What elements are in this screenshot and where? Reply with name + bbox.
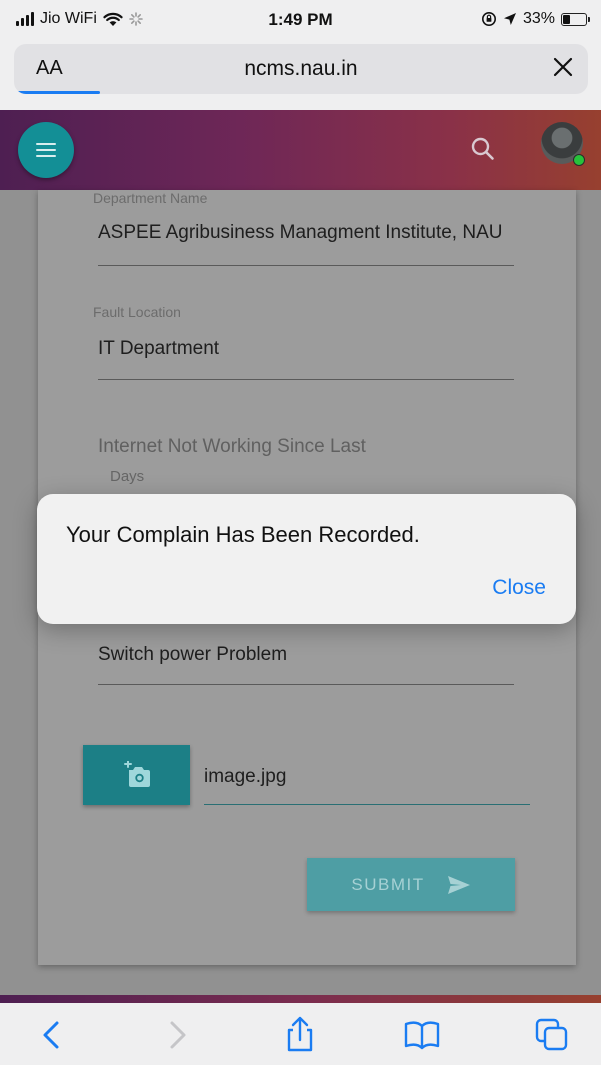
- department-underline: [98, 265, 514, 266]
- address-bar[interactable]: AA ncms.nau.in: [14, 44, 588, 94]
- alert-message: Your Complain Has Been Recorded.: [66, 522, 420, 547]
- avatar[interactable]: [541, 122, 585, 166]
- submit-label: SUBMIT: [351, 874, 425, 894]
- problem-underline: [98, 684, 514, 685]
- tabs-button[interactable]: [530, 1013, 574, 1057]
- fault-location-underline: [98, 379, 514, 380]
- file-underline: [204, 804, 530, 805]
- back-icon: [43, 1021, 59, 1049]
- tabs-icon: [535, 1018, 568, 1051]
- department-label: Department Name: [93, 190, 208, 206]
- fault-location-field[interactable]: IT Department: [98, 338, 514, 360]
- search-icon: [471, 137, 494, 160]
- search-button[interactable]: [468, 134, 498, 164]
- app-footer-strip: [0, 995, 601, 1003]
- department-field[interactable]: ASPEE Agribusiness Managment Institute, …: [98, 222, 514, 244]
- share-icon: [287, 1016, 313, 1052]
- add-photo-button[interactable]: [83, 745, 190, 805]
- forward-icon: [170, 1021, 186, 1049]
- status-bar: Jio WiFi 1:49 PM 33%: [0, 0, 601, 42]
- battery-icon: [561, 12, 590, 26]
- forward-button[interactable]: [155, 1013, 199, 1057]
- hamburger-icon-line: [36, 155, 56, 157]
- battery-fill: [563, 14, 570, 24]
- hamburger-icon: [36, 143, 56, 145]
- alert-close-button[interactable]: Close: [492, 576, 546, 600]
- send-icon: [447, 875, 470, 894]
- problem-description-field[interactable]: Switch power Problem: [98, 644, 514, 666]
- internet-days-hint: Days: [110, 468, 145, 485]
- add-photo-icon: [124, 761, 150, 787]
- page-load-progress: [14, 91, 101, 94]
- orientation-lock-icon: [481, 12, 496, 26]
- browser-toolbar: [0, 1003, 601, 1065]
- hamburger-icon-line: [36, 149, 56, 151]
- alert-dialog: Your Complain Has Been Recorded. Close: [37, 494, 576, 624]
- back-button[interactable]: [30, 1013, 74, 1057]
- bookmarks-icon: [404, 1021, 440, 1050]
- share-button[interactable]: [278, 1013, 322, 1057]
- stop-loading-button[interactable]: [548, 52, 578, 82]
- location-arrow-icon: [503, 13, 516, 25]
- menu-button[interactable]: [18, 122, 74, 178]
- browser-url-area: AA ncms.nau.in: [0, 42, 601, 110]
- online-status-dot: [573, 154, 585, 166]
- app-header: [0, 110, 601, 190]
- internet-not-working-field[interactable]: Internet Not Working Since Last: [98, 436, 366, 458]
- fault-location-label: Fault Location: [93, 304, 181, 320]
- status-right: 33%: [481, 10, 590, 28]
- close-icon: [553, 57, 573, 77]
- battery-percent: 33%: [522, 10, 555, 27]
- selected-file-name[interactable]: image.jpg: [204, 766, 286, 788]
- url-text[interactable]: ncms.nau.in: [14, 57, 588, 81]
- bookmarks-button[interactable]: [400, 1013, 444, 1057]
- submit-button[interactable]: SUBMIT: [307, 858, 515, 911]
